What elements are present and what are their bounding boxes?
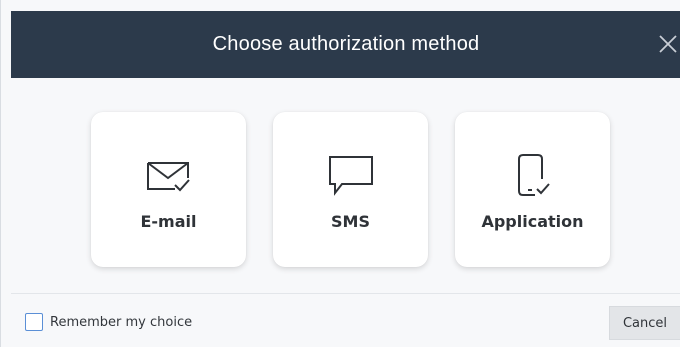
remember-choice-control[interactable]: Remember my choice <box>25 313 192 331</box>
authorization-dialog: Choose authorization method E-mail SMS A… <box>0 0 680 347</box>
application-option-label: Application <box>481 212 584 231</box>
email-option-label: E-mail <box>140 212 197 231</box>
dialog-footer: Remember my choice Cancel <box>11 294 680 347</box>
method-options: E-mail SMS Application <box>91 112 610 267</box>
speech-bubble-icon <box>328 156 373 196</box>
sms-option-label: SMS <box>331 212 370 231</box>
option-icon-wrap <box>145 152 193 200</box>
dialog-body: E-mail SMS Application <box>11 78 680 293</box>
close-button[interactable] <box>657 33 679 55</box>
sms-option-card[interactable]: SMS <box>273 112 428 267</box>
cancel-button[interactable]: Cancel <box>609 306 680 340</box>
envelope-check-icon <box>146 162 190 192</box>
remember-choice-label: Remember my choice <box>50 314 193 330</box>
application-option-card[interactable]: Application <box>455 112 610 267</box>
remember-choice-checkbox[interactable] <box>25 313 43 331</box>
dialog-header: Choose authorization method <box>11 11 680 78</box>
dialog-title: Choose authorization method <box>212 33 480 55</box>
close-icon <box>659 35 677 53</box>
option-icon-wrap <box>327 152 375 200</box>
email-option-card[interactable]: E-mail <box>91 112 246 267</box>
phone-check-icon <box>517 154 550 196</box>
option-icon-wrap <box>513 152 553 200</box>
